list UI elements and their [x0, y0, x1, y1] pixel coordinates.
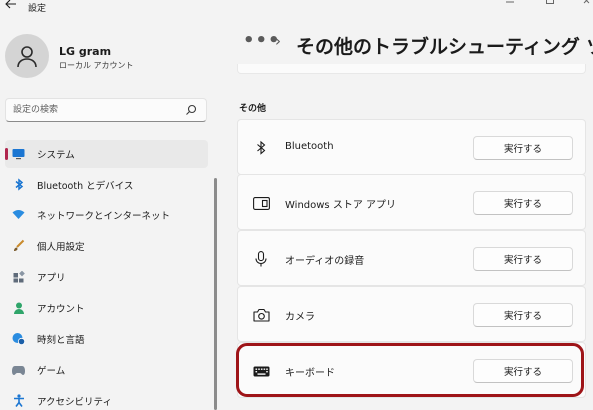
person-icon — [17, 46, 37, 68]
brush-icon — [12, 239, 25, 252]
search-input[interactable] — [13, 102, 183, 118]
bluetooth-icon — [252, 139, 270, 157]
active-indicator — [5, 148, 8, 160]
microphone-icon — [252, 250, 270, 268]
sidebar-item-label: アプリ — [37, 273, 66, 284]
sidebar-item-bluetooth[interactable]: Bluetooth とデバイス — [5, 171, 208, 199]
sidebar-item-personalization[interactable]: 個人用設定 — [5, 232, 208, 260]
app-title: 設定 — [28, 4, 47, 14]
troubleshooter-label: Bluetooth — [285, 141, 334, 152]
run-button[interactable]: 実行する — [473, 359, 573, 383]
troubleshooter-card-camera: カメラ 実行する — [237, 286, 586, 342]
search-box[interactable] — [5, 98, 207, 122]
close-icon — [583, 0, 590, 4]
section-label: その他 — [239, 104, 267, 114]
sidebar-item-gaming[interactable]: ゲーム — [5, 356, 208, 384]
keyboard-icon — [252, 362, 270, 380]
minimize-button[interactable] — [500, 0, 520, 10]
sidebar-item-label: ゲーム — [37, 366, 66, 377]
maximize-button[interactable] — [540, 0, 560, 10]
back-arrow-icon — [5, 0, 16, 9]
sidebar-item-accessibility[interactable]: アクセシビリティ — [5, 387, 208, 410]
avatar[interactable] — [5, 34, 49, 78]
wifi-icon — [12, 208, 25, 221]
troubleshooter-card-store-apps: Windows ストア アプリ 実行する — [237, 174, 586, 230]
bluetooth-icon — [12, 178, 25, 191]
troubleshooter-label: Windows ストア アプリ — [285, 200, 396, 211]
maximize-icon — [546, 0, 554, 4]
minimize-icon — [506, 1, 514, 3]
store-app-icon — [252, 194, 270, 212]
account-type: ローカル アカウント — [59, 61, 134, 70]
sidebar-item-label: 個人用設定 — [37, 242, 85, 253]
apps-icon — [12, 270, 25, 283]
camera-icon — [252, 306, 270, 324]
sidebar-item-system[interactable]: システム — [5, 140, 208, 168]
troubleshooter-card-bluetooth: Bluetooth 実行する — [237, 119, 586, 175]
run-button[interactable]: 実行する — [473, 191, 573, 215]
person-icon — [12, 301, 25, 314]
chevron-right-icon: › — [275, 32, 281, 50]
troubleshooter-label: オーディオの録音 — [285, 256, 365, 267]
troubleshooter-card-keyboard: キーボード 実行する — [237, 342, 586, 398]
sidebar-item-label: ネットワークとインターネット — [37, 211, 171, 222]
back-button[interactable] — [2, 0, 20, 12]
run-button[interactable]: 実行する — [473, 247, 573, 271]
troubleshooter-card-audio-recording: オーディオの録音 実行する — [237, 230, 586, 286]
run-button[interactable]: 実行する — [473, 303, 573, 327]
search-icon[interactable] — [185, 104, 197, 116]
previous-card-edge — [237, 64, 586, 74]
sidebar-item-time-language[interactable]: 時刻と言語 — [5, 325, 208, 353]
sidebar-item-network[interactable]: ネットワークとインターネット — [5, 201, 208, 229]
accessibility-icon — [12, 394, 25, 407]
troubleshooter-label: キーボード — [285, 368, 335, 379]
sidebar-item-label: アクセシビリティ — [37, 397, 112, 408]
monitor-icon — [12, 147, 25, 160]
page-title: その他のトラブルシューティング ツール — [296, 36, 593, 58]
sidebar-item-label: Bluetooth とデバイス — [37, 181, 134, 192]
globe-clock-icon — [12, 332, 25, 345]
sidebar-item-label: 時刻と言語 — [37, 335, 85, 346]
user-name: LG gram — [59, 45, 112, 58]
title-bar: 設定 — [0, 0, 593, 14]
breadcrumb: ••• › その他のトラブルシューティング ツール — [243, 30, 593, 60]
sidebar-item-apps[interactable]: アプリ — [5, 263, 208, 291]
gamepad-icon — [12, 363, 25, 376]
sidebar-item-label: アカウント — [37, 304, 85, 315]
run-button[interactable]: 実行する — [473, 136, 573, 160]
sidebar-item-accounts[interactable]: アカウント — [5, 294, 208, 322]
sidebar-item-label: システム — [37, 150, 75, 161]
sidebar-scrollbar[interactable] — [214, 178, 217, 410]
close-button[interactable] — [578, 0, 593, 10]
troubleshooter-label: カメラ — [285, 312, 315, 323]
